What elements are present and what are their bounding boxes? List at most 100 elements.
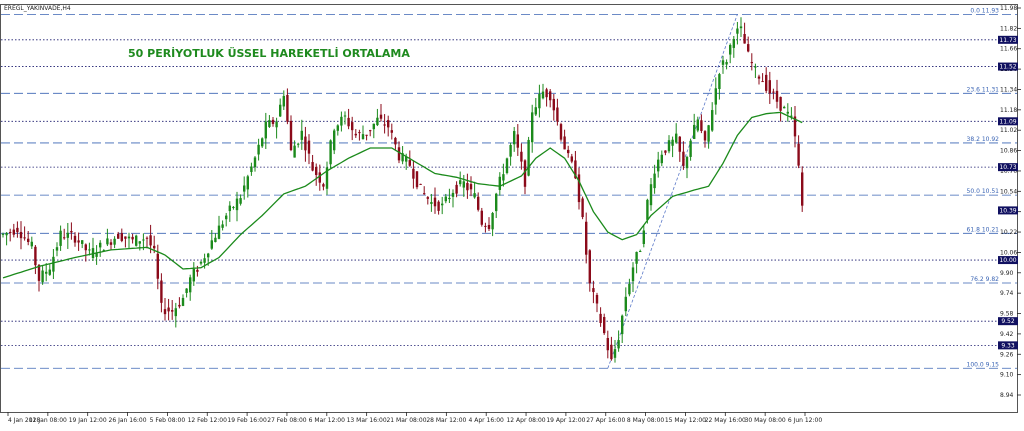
candle-body: [685, 156, 689, 169]
candle-body: [441, 203, 444, 206]
candle-body: [185, 288, 188, 293]
candle-body: [448, 197, 451, 200]
candle-body: [765, 74, 768, 91]
candle-body: [239, 198, 242, 204]
candle-body: [275, 121, 278, 128]
candle-body: [12, 229, 15, 235]
candle-body: [617, 340, 620, 349]
candle-body: [570, 156, 573, 162]
candle-body: [217, 225, 221, 239]
candle-body: [585, 221, 588, 255]
candle-body: [444, 196, 447, 202]
candle-body: [189, 277, 192, 293]
x-tick-label: 26 Jan 16:00: [109, 417, 147, 424]
candle-body: [268, 120, 271, 127]
candle-body: [473, 193, 476, 198]
y-tick-label: 11.66: [1000, 46, 1017, 53]
candle-body: [487, 224, 491, 229]
x-tick-label: 19 Jan 12:00: [69, 417, 107, 424]
candle-body: [23, 237, 26, 239]
candle-body: [246, 176, 249, 190]
candle-body: [333, 130, 336, 151]
candle-body: [437, 201, 440, 211]
candle-body: [484, 225, 487, 227]
candle-body: [459, 180, 462, 185]
candle-body: [549, 91, 552, 101]
candle-body: [207, 253, 210, 258]
candle-body: [556, 107, 559, 122]
candle-body: [527, 139, 530, 176]
candle-body: [675, 133, 678, 143]
candle-body: [167, 307, 170, 312]
candle-body: [603, 317, 606, 334]
candle-body: [451, 192, 455, 197]
candle-body: [30, 241, 33, 247]
candle-body: [311, 162, 314, 171]
candle-body: [322, 184, 325, 187]
x-tick-label: 30 May 08:00: [745, 417, 786, 424]
candle-body: [462, 181, 465, 188]
x-tick-label: 12 Apr 08:00: [506, 417, 545, 424]
candle-body: [541, 91, 545, 99]
fib-level-label: 100.0 9.15: [967, 361, 1000, 368]
candle-body: [369, 130, 372, 132]
candle-body: [545, 89, 548, 98]
last-price-tag-text: 10.39: [999, 207, 1016, 214]
candle-body: [149, 235, 152, 246]
candle-body: [300, 130, 303, 140]
level-tag-text: 9.52: [1001, 318, 1015, 325]
candle-body: [109, 242, 113, 245]
candle-body: [34, 246, 37, 266]
candle-body: [235, 198, 239, 211]
candle-body: [156, 253, 159, 279]
x-tick-label: 6 Mar 12:00: [309, 417, 345, 424]
candle-body: [142, 239, 145, 241]
candle-body: [595, 294, 599, 304]
candle-body: [394, 137, 397, 145]
candle-body: [48, 269, 51, 275]
candle-body: [232, 206, 235, 208]
y-tick-label: 11.82: [1000, 25, 1017, 32]
candle-body: [520, 151, 523, 162]
candle-body: [358, 132, 361, 134]
candle-body: [336, 125, 339, 131]
chart-background: [0, 0, 1024, 427]
candle-body: [534, 107, 537, 115]
candle-body: [131, 236, 134, 240]
chart-window[interactable]: 0.0 11.93 23.6 11.31 38.2 10.92 50.0 10.51 6…: [0, 0, 1024, 427]
candle-body: [725, 62, 728, 65]
candle-body: [498, 176, 501, 190]
candle-body: [667, 140, 671, 152]
fib-level-label: 0.0 11.93: [970, 7, 999, 14]
level-tag-text: 9.33: [1001, 342, 1015, 349]
candle-body: [199, 261, 203, 264]
candle-body: [624, 296, 627, 312]
candle-body: [117, 233, 120, 239]
y-tick-label: 11.98: [1000, 5, 1017, 12]
candle-body: [768, 80, 771, 94]
level-tag-text: 11.09: [999, 118, 1016, 125]
candle-body: [412, 168, 415, 179]
candle-body: [63, 237, 66, 239]
candle-body: [390, 130, 393, 133]
chart-title: 50 PERİYOTLUK ÜSSEL HAREKETLİ ORTALAMA: [128, 46, 410, 60]
candle-body: [329, 140, 332, 165]
candle-body: [757, 76, 761, 79]
candle-body: [318, 172, 321, 183]
y-tick-label: 10.06: [1000, 249, 1017, 256]
candle-body: [509, 144, 512, 157]
candle-body: [99, 242, 102, 248]
candle-body: [606, 338, 609, 351]
candle-body: [153, 245, 156, 249]
candle-body: [297, 143, 300, 145]
level-tag-text: 10.00: [999, 257, 1016, 264]
candle-body: [113, 238, 116, 245]
price-chart[interactable]: 0.0 11.93 23.6 11.31 38.2 10.92 50.0 10.51 6…: [0, 0, 1024, 427]
candle-body: [178, 304, 181, 307]
level-tag-text: 11.73: [999, 37, 1016, 44]
candle-body: [192, 268, 195, 282]
candle-body: [779, 96, 782, 111]
candle-body: [181, 297, 185, 306]
candle-body: [610, 344, 613, 360]
candle-body: [160, 280, 163, 303]
